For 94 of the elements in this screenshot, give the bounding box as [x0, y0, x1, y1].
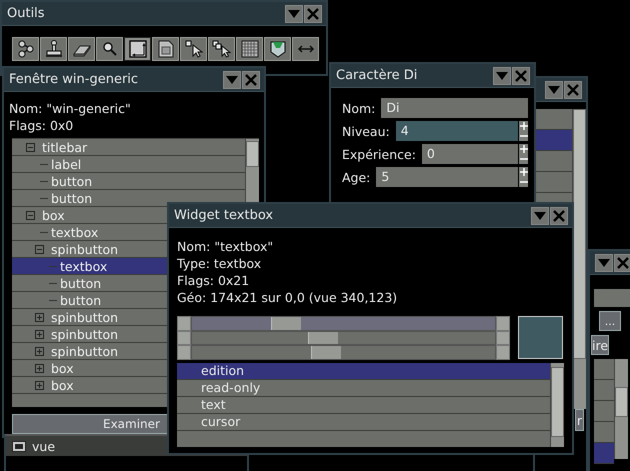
menu-button[interactable] [595, 254, 613, 272]
down-triangle-icon [534, 212, 546, 220]
slider-left-button[interactable] [177, 316, 191, 330]
decrement-button[interactable] [519, 154, 528, 164]
down-triangle-icon [226, 76, 238, 84]
input-field[interactable] [594, 289, 630, 307]
tool-button[interactable] [292, 37, 319, 61]
scrollbar[interactable] [572, 109, 586, 409]
collapse-icon[interactable] [26, 142, 35, 152]
menu-button[interactable] [531, 206, 549, 224]
down-triangle-icon [598, 258, 610, 266]
close-icon [307, 8, 319, 20]
expand-icon[interactable] [35, 380, 44, 390]
increment-button[interactable] [519, 121, 528, 131]
window-title: Fenêtre win-generic [9, 72, 138, 87]
down-triangle-icon [548, 86, 560, 94]
tool-button[interactable] [96, 37, 123, 61]
plus-icon [520, 145, 528, 153]
tool-button[interactable] [40, 37, 67, 61]
slider-right-button[interactable] [496, 345, 510, 360]
examine-button[interactable]: r [574, 409, 584, 431]
expand-icon[interactable] [35, 364, 44, 372]
close-icon [245, 74, 257, 86]
tool-button[interactable] [152, 37, 179, 61]
close-icon [567, 84, 579, 96]
info-text: Nom: "win-generic" [9, 100, 132, 117]
close-button[interactable] [614, 254, 630, 272]
plus-icon [520, 122, 528, 130]
close-icon [553, 210, 565, 222]
browse-button[interactable]: ... [599, 311, 621, 331]
examine-button[interactable]: ire [591, 335, 610, 355]
option-label: vue [32, 438, 56, 454]
tool-button[interactable] [208, 37, 235, 61]
window-title: Caractère Di [336, 68, 418, 83]
tool-button[interactable] [12, 37, 39, 61]
close-button[interactable] [550, 206, 568, 224]
input-field[interactable]: Di [381, 98, 528, 118]
document-icon [156, 39, 176, 59]
slider-right-button[interactable] [496, 330, 510, 345]
scrollbar[interactable] [614, 359, 628, 459]
field-label: Age: [342, 170, 370, 184]
color-swatch [518, 316, 563, 359]
plus-icon [520, 168, 528, 176]
close-button[interactable] [512, 66, 530, 84]
expand-icon[interactable] [35, 330, 44, 338]
menu-button[interactable] [545, 80, 563, 98]
close-button[interactable] [242, 70, 260, 88]
close-icon [515, 70, 527, 82]
list-item[interactable]: edition [177, 362, 550, 380]
pointer-icon [184, 39, 204, 59]
tool-button[interactable] [180, 37, 207, 61]
menu-button[interactable] [285, 4, 303, 22]
tool-button[interactable] [264, 37, 291, 61]
slider-right-button[interactable] [496, 316, 510, 330]
slider-thumb[interactable] [308, 332, 338, 344]
expand-icon[interactable] [35, 312, 44, 322]
input-field[interactable]: 0 [422, 144, 518, 164]
decrement-button[interactable] [519, 177, 528, 187]
scrollbar[interactable] [550, 362, 564, 446]
expand-icon[interactable] [35, 346, 44, 356]
field-label: Niveau: [342, 124, 390, 138]
field-label: Expérience: [342, 146, 416, 162]
increment-button[interactable] [519, 144, 528, 154]
mask-icon [268, 39, 288, 59]
info-text: Flags: 0x0 [9, 117, 74, 134]
tool-button[interactable] [124, 37, 151, 61]
tool-button[interactable] [236, 37, 263, 61]
decrement-button[interactable] [519, 131, 528, 141]
window-title: Outils [7, 6, 45, 21]
down-triangle-icon [496, 72, 508, 80]
stamp-icon [44, 39, 64, 59]
close-icon [617, 256, 629, 268]
collapse-icon[interactable] [26, 210, 35, 220]
input-field[interactable]: 5 [376, 167, 518, 187]
checkbox-icon[interactable] [12, 440, 26, 452]
menu-button[interactable] [223, 70, 241, 88]
menu-button[interactable] [493, 66, 511, 84]
collapse-icon[interactable] [35, 244, 44, 254]
input-field[interactable]: 4 [396, 121, 518, 141]
close-button[interactable] [304, 4, 322, 22]
down-triangle-icon [288, 10, 300, 18]
field-label: Nom: [342, 100, 376, 116]
close-button[interactable] [564, 80, 582, 98]
slider-thumb[interactable] [271, 317, 302, 330]
slider-left-button[interactable] [177, 345, 191, 360]
grid-icon [240, 39, 260, 59]
increment-button[interactable] [519, 167, 528, 177]
pointer-icon [212, 39, 232, 59]
nodes-icon [16, 39, 36, 59]
slider-thumb[interactable] [310, 346, 341, 358]
slider-left-button[interactable] [177, 330, 191, 345]
frame-icon [128, 39, 148, 59]
tool-button[interactable] [68, 37, 95, 61]
list-item[interactable]: read-only [177, 380, 550, 396]
